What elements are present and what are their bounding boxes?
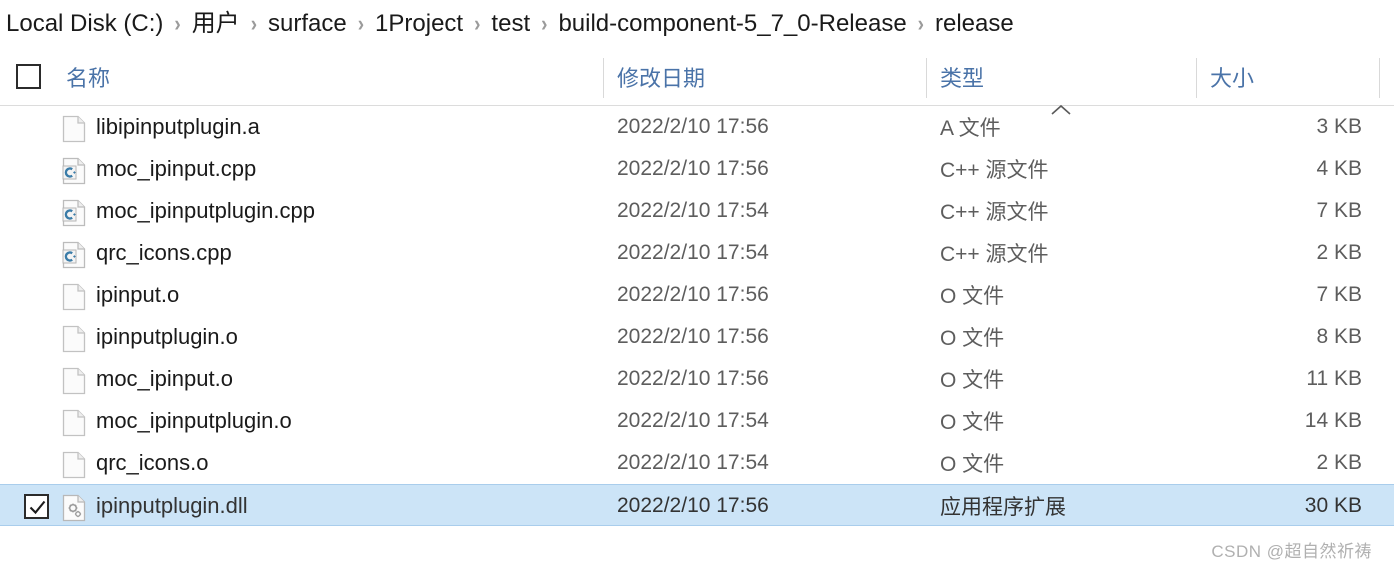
breadcrumb-item[interactable]: test [489,12,532,36]
file-date-modified: 2022/2/10 17:56 [617,367,769,390]
file-date-modified: 2022/2/10 17:54 [617,451,769,474]
file-row[interactable]: qrc_icons.cpp 2022/2/10 17:54 C++ 源文件 2 KB [0,232,1394,274]
file-date-modified: 2022/2/10 17:54 [617,241,769,264]
file-type: C++ 源文件 [940,201,1049,224]
breadcrumb-separator-icon: › [250,11,258,37]
file-row-checkbox[interactable] [24,494,49,519]
file-type: O 文件 [940,411,1005,434]
breadcrumb-separator-icon: › [541,11,548,37]
file-row[interactable]: ipinputplugin.o 2022/2/10 17:56 O 文件 8 KB [0,316,1394,358]
cpp-source-file-icon [62,241,86,269]
file-name: moc_ipinputplugin.o [96,408,292,433]
file-name: moc_ipinput.cpp [96,156,257,181]
generic-file-icon [62,409,86,437]
file-type: C++ 源文件 [940,243,1049,266]
column-header-row: 名称 修改日期 类型 大小 [0,48,1394,115]
generic-file-icon [62,283,86,311]
file-size: 7 KB [1316,283,1362,306]
breadcrumb-item[interactable]: 1Project [373,12,465,36]
file-row[interactable]: ipinput.o 2022/2/10 17:56 O 文件 7 KB [0,274,1394,316]
file-size: 8 KB [1316,325,1362,348]
file-date-modified: 2022/2/10 17:54 [617,409,769,432]
file-row[interactable]: libipinputplugin.a 2022/2/10 17:56 A 文件 3 K… [0,106,1394,148]
breadcrumb-item[interactable]: surface [266,12,349,36]
file-date-modified: 2022/2/10 17:56 [617,283,769,306]
file-type: O 文件 [940,327,1005,350]
breadcrumb-separator-icon: › [174,11,181,37]
file-name: ipinputplugin.dll [96,493,248,518]
generic-file-icon [62,451,86,479]
file-size: 3 KB [1316,115,1362,138]
file-date-modified: 2022/2/10 17:56 [617,325,769,348]
file-row[interactable]: ipinputplugin.dll 2022/2/10 17:56 应用程序扩展 30… [0,484,1394,526]
file-type: C++ 源文件 [940,159,1049,182]
file-type: A 文件 [940,117,1001,140]
breadcrumb-item[interactable]: build-component-5_7_0-Release [556,12,908,36]
file-size: 4 KB [1316,157,1362,180]
breadcrumb-item[interactable]: release [933,12,1016,36]
column-divider[interactable] [603,58,604,98]
file-size: 2 KB [1316,241,1362,264]
file-size: 11 KB [1306,367,1362,390]
file-date-modified: 2022/2/10 17:56 [617,494,769,517]
column-header-size[interactable]: 大小 [1210,48,1254,105]
file-name: libipinputplugin.a [96,114,260,139]
file-date-modified: 2022/2/10 17:56 [617,115,769,138]
file-size: 2 KB [1316,451,1362,474]
file-size: 14 KB [1304,409,1362,432]
file-row[interactable]: moc_ipinput.o 2022/2/10 17:56 O 文件 11 KB [0,358,1394,400]
file-date-modified: 2022/2/10 17:54 [617,199,769,222]
file-type: O 文件 [940,453,1005,476]
dll-file-icon [62,494,86,522]
select-all-checkbox[interactable] [16,64,41,89]
breadcrumb-separator-icon: › [357,11,365,37]
file-row[interactable]: moc_ipinputplugin.o 2022/2/10 17:54 O 文件 14… [0,400,1394,442]
breadcrumb-item[interactable]: Local Disk (C:) [4,12,165,36]
generic-file-icon [62,367,86,395]
file-size: 7 KB [1316,199,1362,222]
breadcrumb[interactable]: Local Disk (C:) › 用户 › surface › 1Project › test… [0,0,1394,48]
cpp-source-file-icon [62,199,86,227]
file-name: ipinput.o [96,282,180,307]
breadcrumb-separator-icon: › [917,11,924,37]
file-row[interactable]: moc_ipinput.cpp 2022/2/10 17:56 C++ 源文件 4 K… [0,148,1394,190]
file-row[interactable]: moc_ipinputplugin.cpp 2022/2/10 17:54 C++ … [0,190,1394,232]
file-row[interactable]: qrc_icons.o 2022/2/10 17:54 O 文件 2 KB [0,442,1394,484]
file-name: qrc_icons.o [96,450,209,475]
file-date-modified: 2022/2/10 17:56 [617,157,769,180]
file-name: qrc_icons.cpp [96,240,232,265]
file-type: 应用程序扩展 [940,496,1066,519]
column-header-type[interactable]: 类型 [940,48,984,105]
file-name: moc_ipinput.o [96,366,233,391]
file-type: O 文件 [940,369,1005,392]
column-divider[interactable] [1379,58,1380,98]
generic-file-icon [62,325,86,353]
cpp-source-file-icon [62,157,86,185]
file-name: moc_ipinputplugin.cpp [96,198,315,223]
file-size: 30 KB [1304,494,1362,517]
breadcrumb-item[interactable]: 用户 [190,12,242,36]
column-divider[interactable] [1196,58,1197,98]
column-header-date-modified[interactable]: 修改日期 [617,48,705,105]
file-type: O 文件 [940,285,1005,308]
watermark: CSDN @超自然祈祷 [1211,542,1372,561]
column-divider[interactable] [926,58,927,98]
generic-file-icon [62,115,86,143]
file-list: libipinputplugin.a 2022/2/10 17:56 A 文件 3 K… [0,106,1394,526]
breadcrumb-separator-icon: › [474,11,481,37]
column-header-name[interactable]: 名称 [66,48,110,105]
file-name: ipinputplugin.o [96,324,238,349]
